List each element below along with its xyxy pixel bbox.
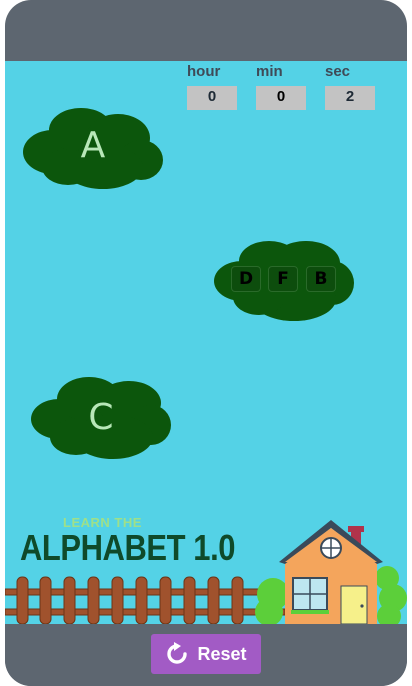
letter-tile-b[interactable]: B [306, 266, 336, 292]
cloud-c[interactable]: C [31, 375, 171, 461]
hour-label: hour [187, 63, 221, 80]
cloud-letter-a: A [80, 125, 106, 166]
sec-label: sec [325, 63, 351, 80]
cloud-a[interactable]: A [23, 105, 163, 191]
refresh-icon [165, 642, 189, 666]
bottom-bar: Reset [5, 624, 407, 686]
letter-tile-d[interactable]: D [231, 266, 261, 292]
device-frame: hour min sec 0 0 2 A D F B C LEARN THE A… [5, 0, 407, 686]
hour-value: 0 [187, 86, 237, 110]
house-illustration [255, 520, 407, 624]
cloud-tiles: D F B [214, 239, 354, 323]
logo-title: ALPHABET 1.0 [20, 527, 236, 568]
min-label: min [256, 63, 283, 80]
game-screen: hour min sec 0 0 2 A D F B C LEARN THE A… [5, 61, 407, 624]
min-value: 0 [256, 86, 306, 110]
reset-button[interactable]: Reset [151, 634, 261, 674]
reset-label: Reset [197, 643, 247, 664]
sec-value: 2 [325, 86, 375, 110]
fence-illustration [5, 576, 285, 624]
cloud-letter-c: C [88, 397, 114, 438]
letter-tile-f[interactable]: F [268, 266, 298, 292]
